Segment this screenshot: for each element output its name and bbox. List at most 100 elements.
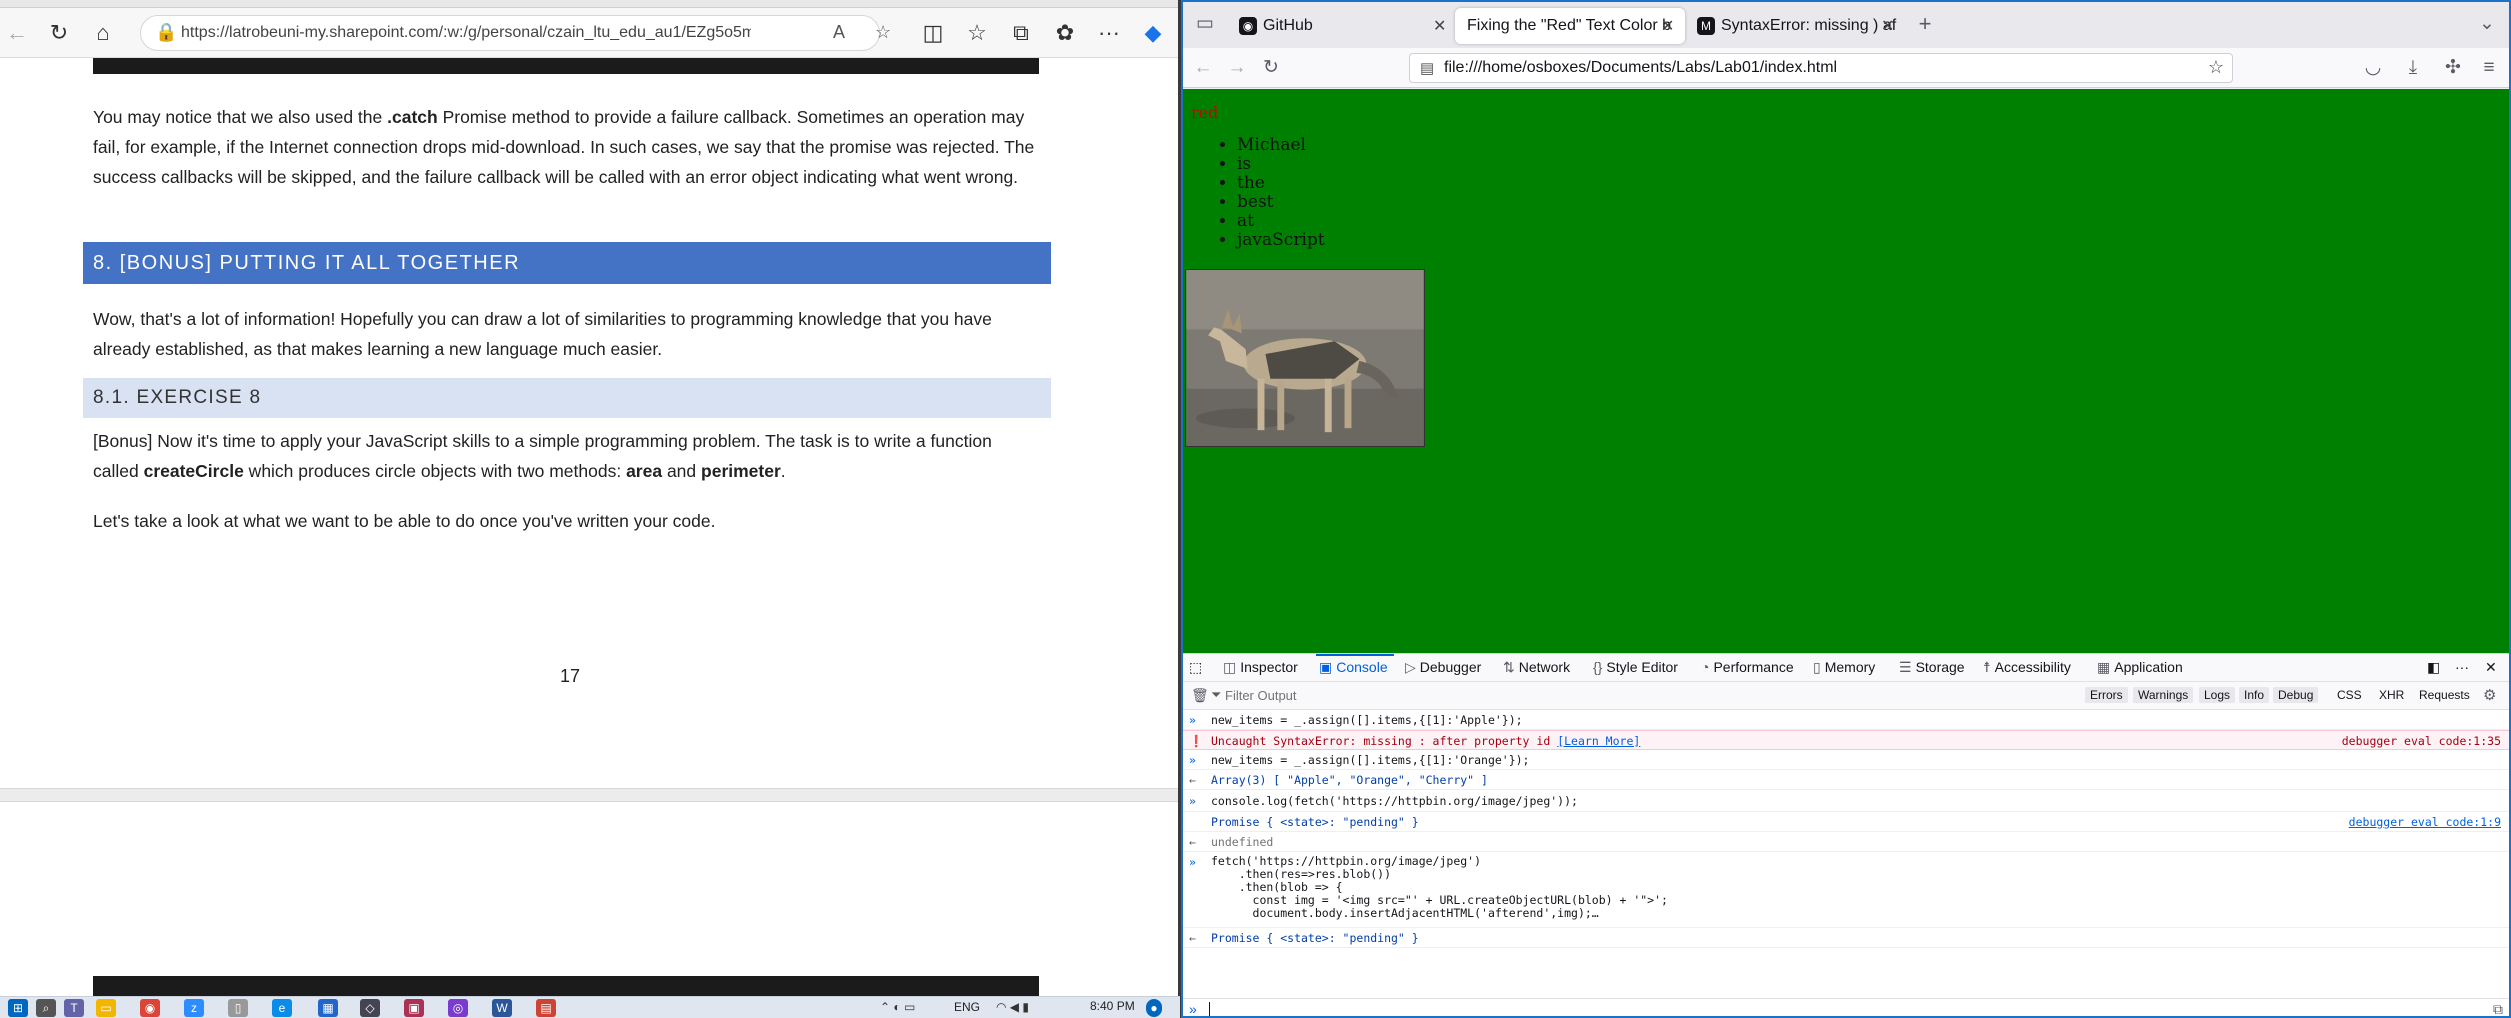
close-tab-icon[interactable]: ✕ bbox=[1661, 16, 1674, 36]
input-language[interactable]: ENG bbox=[954, 1000, 980, 1014]
console-input-line[interactable]: » console.log(fetch('https://httpbin.org… bbox=[1183, 790, 2509, 812]
page-icon: ▤ bbox=[1420, 60, 1435, 77]
chrome-icon[interactable]: ◉ bbox=[140, 999, 160, 1017]
console-settings-gear-icon[interactable]: ⚙ bbox=[2483, 686, 2496, 704]
downloads-icon[interactable]: ⤓ bbox=[2399, 54, 2427, 82]
new-tab-icon[interactable]: + bbox=[1911, 10, 1939, 38]
tab-accessibility[interactable]: ☨ Accessibility bbox=[1983, 659, 2071, 676]
console-result-line[interactable]: ← Array(3) [ "Apple", "Orange", "Cherry"… bbox=[1183, 770, 2509, 790]
console-log-line[interactable]: Promise { <state>: "pending" } debugger … bbox=[1183, 812, 2509, 832]
edge-tab-strip[interactable] bbox=[0, 0, 1178, 8]
address-bar[interactable]: 🔒 https://latrobeuni-my.sharepoint.com/:… bbox=[140, 15, 891, 51]
zoom-icon[interactable]: z bbox=[184, 999, 204, 1017]
devtools-menu-icon[interactable]: ··· bbox=[2455, 659, 2469, 675]
tab-storage[interactable]: ☰ Storage bbox=[1899, 659, 1965, 676]
tab-console[interactable]: ▣ Console bbox=[1319, 659, 1388, 676]
filter-errors[interactable]: Errors bbox=[2085, 687, 2128, 703]
pick-element-icon[interactable]: ⬚ bbox=[1189, 659, 1202, 676]
console-input[interactable]: » ⧉ bbox=[1183, 998, 2509, 1016]
style-editor-icon: {} bbox=[1593, 659, 1603, 675]
favorites-icon[interactable]: ☆ bbox=[962, 18, 992, 48]
notification-icon[interactable]: ● bbox=[1146, 999, 1162, 1017]
extensions-icon[interactable]: ✣ bbox=[2439, 54, 2467, 82]
close-devtools-icon[interactable]: ✕ bbox=[2485, 659, 2497, 676]
read-aloud-icon[interactable]: A bbox=[833, 22, 845, 43]
mdn-icon: M bbox=[1697, 17, 1715, 35]
close-tab-icon[interactable]: ✕ bbox=[1881, 16, 1894, 36]
extensions-icon[interactable]: ✿ bbox=[1050, 18, 1080, 48]
messenger-icon[interactable]: ◎ bbox=[448, 999, 468, 1017]
tab-syntaxerror[interactable]: M SyntaxError: missing ) af bbox=[1687, 8, 1907, 44]
pocket-icon[interactable]: ◡ bbox=[2359, 54, 2387, 82]
tab-label: SyntaxError: missing ) af bbox=[1721, 17, 1897, 34]
forward-icon[interactable]: → bbox=[1223, 54, 1251, 82]
filter-logs[interactable]: Logs bbox=[2199, 687, 2236, 703]
file-icon[interactable]: ▯ bbox=[228, 999, 248, 1017]
list-tabs-icon[interactable]: ⌄ bbox=[2473, 10, 2501, 38]
filter-output-input[interactable]: Filter Output bbox=[1225, 688, 1297, 703]
array-result[interactable]: Array(3) [ "Apple", "Orange", "Cherry" ] bbox=[1211, 773, 1488, 787]
list-item: at bbox=[1237, 212, 1325, 231]
back-icon[interactable]: ← bbox=[2, 18, 32, 48]
trash-icon[interactable]: 🗑 bbox=[1191, 687, 1209, 704]
tab-fixing-red[interactable]: Fixing the "Red" Text Color b bbox=[1455, 8, 1685, 44]
filter-xhr[interactable]: XHR bbox=[2379, 688, 2404, 702]
filter-debug[interactable]: Debug bbox=[2273, 687, 2319, 703]
bold-term: area bbox=[626, 461, 663, 481]
filter-warnings[interactable]: Warnings bbox=[2133, 687, 2194, 703]
search-icon[interactable]: ⌕ bbox=[36, 999, 56, 1017]
dock-side-icon[interactable]: ◧ bbox=[2427, 659, 2440, 676]
favorite-star-icon[interactable]: ☆ bbox=[875, 22, 891, 43]
promise-result[interactable]: Promise { <state>: "pending" } bbox=[1211, 931, 1419, 945]
edge-icon[interactable]: e bbox=[272, 999, 292, 1017]
clock[interactable]: 8:40 PM bbox=[1090, 999, 1135, 1013]
app-icon[interactable]: ▣ bbox=[404, 999, 424, 1017]
close-tab-icon[interactable]: ✕ bbox=[1433, 16, 1446, 36]
paragraph-text: You may notice that we also used the bbox=[93, 107, 388, 127]
start-icon[interactable]: ⊞ bbox=[8, 999, 28, 1017]
address-url[interactable]: https://latrobeuni-my.sharepoint.com/:w:… bbox=[181, 24, 751, 42]
filter-info[interactable]: Info bbox=[2239, 687, 2270, 703]
console-input-line[interactable]: » new_items = _.assign([].items,{[1]:'Ap… bbox=[1183, 710, 2509, 730]
split-screen-icon[interactable]: ◫ bbox=[918, 18, 948, 48]
back-icon[interactable]: ← bbox=[1189, 54, 1217, 82]
tab-application[interactable]: ▦ Application bbox=[2097, 659, 2183, 676]
tab-memory[interactable]: ▯ Memory bbox=[1813, 659, 1875, 676]
collections-icon[interactable]: ⧉ bbox=[1006, 18, 1036, 48]
copilot-icon[interactable]: ◆ bbox=[1138, 18, 1168, 48]
calendar-icon[interactable]: ▦ bbox=[318, 999, 338, 1017]
network-volume-icon[interactable]: ◠ ◀ ▮ bbox=[996, 1000, 1029, 1014]
tab-network[interactable]: ⇅ Network bbox=[1503, 659, 1570, 676]
refresh-icon[interactable]: ↻ bbox=[44, 18, 74, 48]
console-result-line[interactable]: ← Promise { <state>: "pending" } bbox=[1183, 928, 2509, 948]
learn-more-link[interactable]: [Learn More] bbox=[1557, 734, 1640, 748]
log-location-link[interactable]: debugger eval code:1:9 bbox=[2349, 815, 2501, 829]
console-input-block[interactable]: » fetch('https://httpbin.org/image/jpeg'… bbox=[1183, 852, 2509, 928]
filter-requests[interactable]: Requests bbox=[2419, 688, 2470, 702]
tab-performance[interactable]: ◔ Performance bbox=[1701, 659, 1794, 675]
url-text[interactable]: file:///home/osboxes/Documents/Labs/Lab0… bbox=[1444, 59, 1837, 77]
error-location-link[interactable]: debugger eval code:1:35 bbox=[2342, 734, 2501, 748]
editor-mode-icon[interactable]: ⧉ bbox=[2493, 1001, 2503, 1016]
url-bar[interactable]: ▤ file:///home/osboxes/Documents/Labs/La… bbox=[1409, 53, 2233, 83]
bookmark-star-icon[interactable]: ☆ bbox=[2208, 57, 2224, 78]
word-icon[interactable]: W bbox=[492, 999, 512, 1017]
more-menu-icon[interactable]: ··· bbox=[1094, 18, 1124, 48]
pdf-icon[interactable]: ▤ bbox=[536, 999, 556, 1017]
home-icon[interactable]: ⌂ bbox=[88, 18, 118, 48]
teams-icon[interactable]: T bbox=[64, 999, 84, 1017]
vm-icon[interactable]: ◇ bbox=[360, 999, 380, 1017]
menu-icon[interactable]: ≡ bbox=[2475, 54, 2503, 82]
tab-inspector[interactable]: ◫ Inspector bbox=[1223, 659, 1298, 676]
tab-debugger[interactable]: ▷ Debugger bbox=[1405, 659, 1481, 676]
reload-icon[interactable]: ↻ bbox=[1257, 54, 1285, 82]
tab-github[interactable]: ◉ GitHub bbox=[1229, 8, 1449, 44]
tray-icons[interactable]: ⌃ ◐ ▭ bbox=[880, 1000, 915, 1014]
filter-css[interactable]: CSS bbox=[2337, 688, 2362, 702]
tab-style-editor[interactable]: {} Style Editor bbox=[1593, 659, 1678, 675]
file-explorer-icon[interactable]: ▭ bbox=[96, 999, 116, 1017]
tab-overview-icon[interactable]: ▭ bbox=[1191, 10, 1219, 38]
promise-result[interactable]: Promise { <state>: "pending" } bbox=[1211, 815, 1419, 829]
console-text: new_items = _.assign([].items,{[1]:'Appl… bbox=[1211, 713, 1523, 727]
console-input-line[interactable]: » new_items = _.assign([].items,{[1]:'Or… bbox=[1183, 750, 2509, 770]
